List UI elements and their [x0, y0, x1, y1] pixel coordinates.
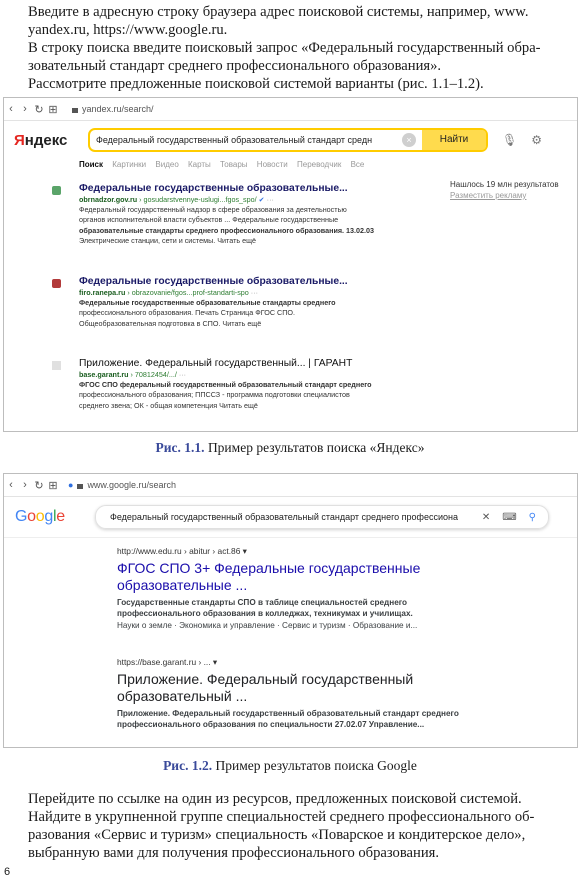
result-title[interactable]: Федеральные государственные образователь… [79, 182, 409, 195]
browser-toolbar: ‹ › ↻ ⊞ ● www.google.ru/search [4, 474, 577, 497]
clear-icon[interactable]: ✕ [482, 512, 490, 523]
search-result: Федеральные государственные образователь… [79, 275, 409, 329]
tab-images[interactable]: Картинки [112, 160, 146, 169]
search-result: https://base.garant.ru › ... ▾ Приложени… [117, 657, 547, 731]
step-3: 3.В строку поиска введите поисковый запр… [28, 40, 541, 92]
result-title[interactable]: Федеральные государственные образователь… [79, 275, 409, 288]
address-bar[interactable]: www.google.ru/search [87, 480, 176, 490]
tab-all[interactable]: Все [351, 160, 365, 169]
tabs-grid-icon[interactable]: ⊞ [46, 479, 60, 492]
tab-goods[interactable]: Товары [220, 160, 248, 169]
tab-search[interactable]: Поиск [79, 160, 103, 169]
results-stats: Нашлось 19 млн результатов Разместить ре… [450, 180, 559, 200]
lock-icon [72, 108, 78, 113]
yandex-screenshot: ‹ › ↻ ⊞ yandex.ru/search/ Яндекс Федерал… [3, 97, 578, 432]
result-title[interactable]: ФГОС СПО 3+ Федеральные государственные … [117, 560, 547, 594]
result-title[interactable]: Приложение. Федеральный государственный … [117, 671, 547, 705]
search-result: Федеральные государственные образователь… [79, 182, 409, 246]
search-box: Федеральный государственный образователь… [95, 505, 549, 529]
yandex-logo[interactable]: Яндекс [14, 132, 84, 149]
garant-icon [52, 361, 61, 370]
tab-maps[interactable]: Карты [188, 160, 211, 169]
back-icon[interactable]: ‹ [4, 103, 18, 115]
search-box: Федеральный государственный образователь… [88, 128, 488, 152]
reload-icon[interactable]: ↻ [32, 479, 46, 492]
search-icon[interactable]: ⚲ [529, 512, 536, 523]
search-result: Приложение. Федеральный государственный.… [79, 357, 409, 411]
firo-logo-icon [52, 279, 61, 288]
google-logo[interactable]: Google [15, 508, 95, 526]
keyboard-icon[interactable]: ⌨ [502, 512, 516, 523]
figure-caption-1: Рис. 1.1. Пример результатов поиска «Янд… [155, 440, 425, 455]
lock-icon [77, 484, 84, 489]
ads-link[interactable]: Разместить рекламу [450, 191, 559, 200]
back-icon[interactable]: ‹ [4, 479, 18, 491]
tab-video[interactable]: Видео [155, 160, 178, 169]
reload-icon[interactable]: ↻ [32, 103, 46, 116]
search-result: http://www.edu.ru › abitur › act.86 ▾ ФГ… [117, 546, 547, 631]
settings-icon[interactable]: ⚙ [531, 133, 542, 147]
tab-news[interactable]: Новости [257, 160, 288, 169]
shield-icon [52, 186, 61, 195]
address-bar[interactable]: yandex.ru/search/ [82, 104, 154, 114]
figure-caption-2: Рис. 1.2. Пример результатов поиска Goog… [163, 758, 417, 773]
forward-icon[interactable]: › [18, 103, 32, 115]
tab-translate[interactable]: Переводчик [297, 160, 341, 169]
search-tabs: Поиск Картинки Видео Карты Товары Новост… [79, 160, 371, 169]
microphone-icon[interactable]: 🎙︎ [502, 133, 517, 147]
step-2: 2.Введите в адресную строку браузера адр… [28, 4, 529, 38]
google-screenshot: ‹ › ↻ ⊞ ● www.google.ru/search Google Фед… [3, 473, 578, 748]
browser-toolbar: ‹ › ↻ ⊞ yandex.ru/search/ [4, 98, 577, 121]
search-button[interactable]: Найти [422, 130, 486, 150]
page-number: 6 [4, 866, 11, 878]
verified-icon: ✔ [258, 195, 265, 204]
result-title[interactable]: Приложение. Федеральный государственный.… [79, 357, 409, 370]
location-icon: ● [68, 480, 74, 490]
step-4: 4.Перейдите по ссылке на один из ресурсо… [28, 791, 522, 807]
clear-icon[interactable]: × [402, 133, 416, 147]
search-input[interactable]: Федеральный государственный образователь… [96, 512, 482, 522]
tabs-grid-icon[interactable]: ⊞ [46, 103, 60, 116]
forward-icon[interactable]: › [18, 479, 32, 491]
search-input[interactable]: Федеральный государственный образователь… [90, 135, 402, 145]
step-5: 5.Найдите в укрупненной группе специальн… [28, 809, 535, 861]
